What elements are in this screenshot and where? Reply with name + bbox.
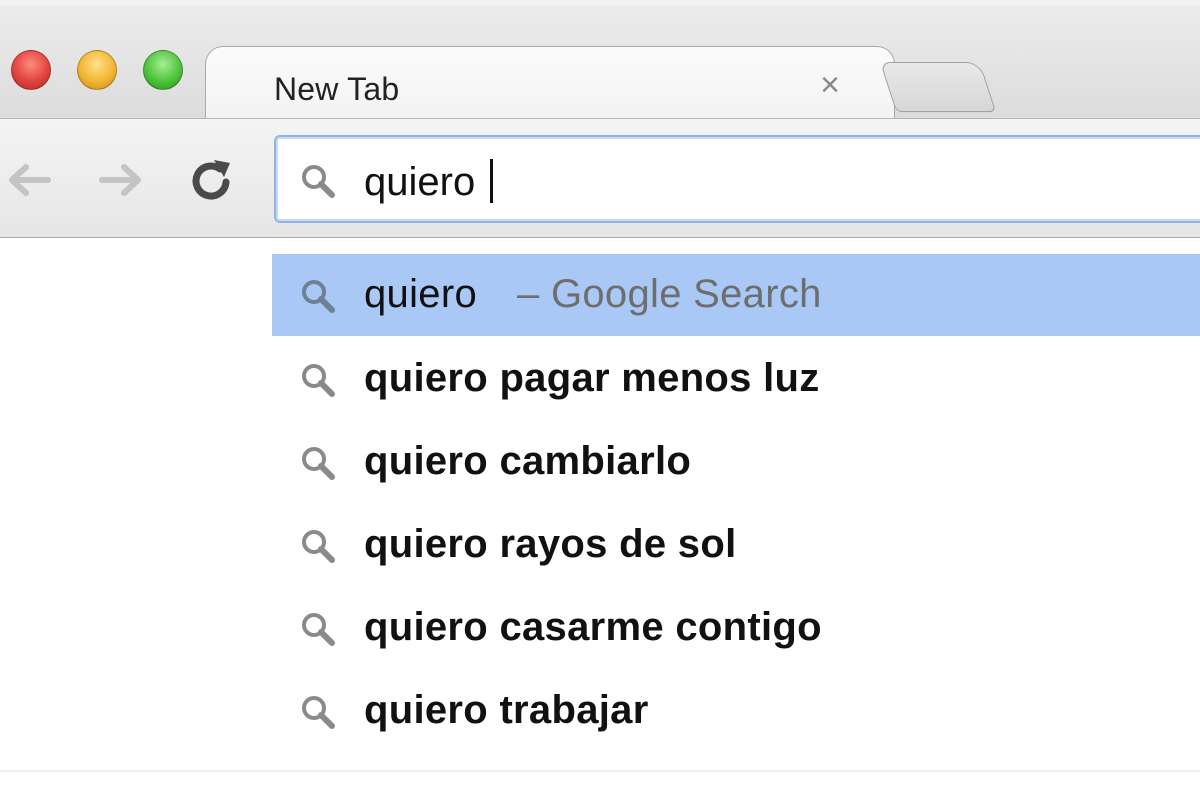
forward-button[interactable] bbox=[96, 155, 146, 205]
toolbar: quiero bbox=[0, 118, 1200, 238]
tab-new-tab[interactable]: New Tab × bbox=[205, 46, 895, 126]
dropdown-bottom-edge bbox=[0, 770, 1200, 773]
maximize-window-button[interactable] bbox=[143, 50, 183, 90]
search-icon bbox=[302, 696, 335, 729]
suggestions-dropdown: quiero – Google Search quiero pagar menos… bbox=[272, 254, 1200, 754]
close-window-button[interactable] bbox=[11, 50, 51, 90]
search-icon bbox=[302, 447, 335, 480]
address-bar[interactable]: quiero bbox=[274, 135, 1200, 223]
suggestion-hint: – Google Search bbox=[517, 272, 822, 316]
search-icon bbox=[302, 165, 335, 198]
back-button[interactable] bbox=[4, 155, 54, 205]
back-arrow-icon bbox=[9, 164, 51, 196]
search-icon bbox=[302, 280, 335, 313]
new-tab-button[interactable] bbox=[879, 62, 997, 112]
suggestion-query: quiero rayos de sol bbox=[364, 522, 737, 566]
reload-icon bbox=[192, 160, 230, 200]
suggestion-text: quiero – Google Search bbox=[364, 272, 822, 317]
suggestion-item[interactable]: quiero casarme contigo bbox=[272, 587, 1200, 669]
suggestion-item[interactable]: quiero cambiarlo bbox=[272, 421, 1200, 503]
suggestion-item[interactable]: quiero – Google Search bbox=[272, 254, 1200, 336]
search-icon bbox=[302, 613, 335, 646]
reload-button[interactable] bbox=[186, 155, 236, 205]
suggestion-query: quiero bbox=[364, 272, 477, 316]
tab-close-icon[interactable]: × bbox=[812, 66, 848, 104]
minimize-window-button[interactable] bbox=[77, 50, 117, 90]
suggestion-query: quiero casarme contigo bbox=[364, 605, 822, 649]
browser-window: New Tab × quiero quiero – Google Search … bbox=[0, 0, 1200, 800]
suggestion-item[interactable]: quiero trabajar bbox=[272, 670, 1200, 752]
text-caret bbox=[490, 159, 494, 203]
search-icon bbox=[302, 530, 335, 563]
forward-arrow-icon bbox=[99, 164, 141, 196]
suggestion-query: quiero trabajar bbox=[364, 688, 649, 732]
tab-title: New Tab bbox=[274, 71, 400, 107]
tab-strip: New Tab × bbox=[0, 0, 1200, 126]
suggestion-query: quiero cambiarlo bbox=[364, 439, 692, 483]
suggestion-item[interactable]: quiero pagar menos luz bbox=[272, 338, 1200, 420]
suggestion-query: quiero pagar menos luz bbox=[364, 356, 820, 400]
search-icon bbox=[302, 364, 335, 397]
suggestion-item[interactable]: quiero rayos de sol bbox=[272, 504, 1200, 586]
address-bar-input-text[interactable]: quiero bbox=[364, 159, 494, 205]
